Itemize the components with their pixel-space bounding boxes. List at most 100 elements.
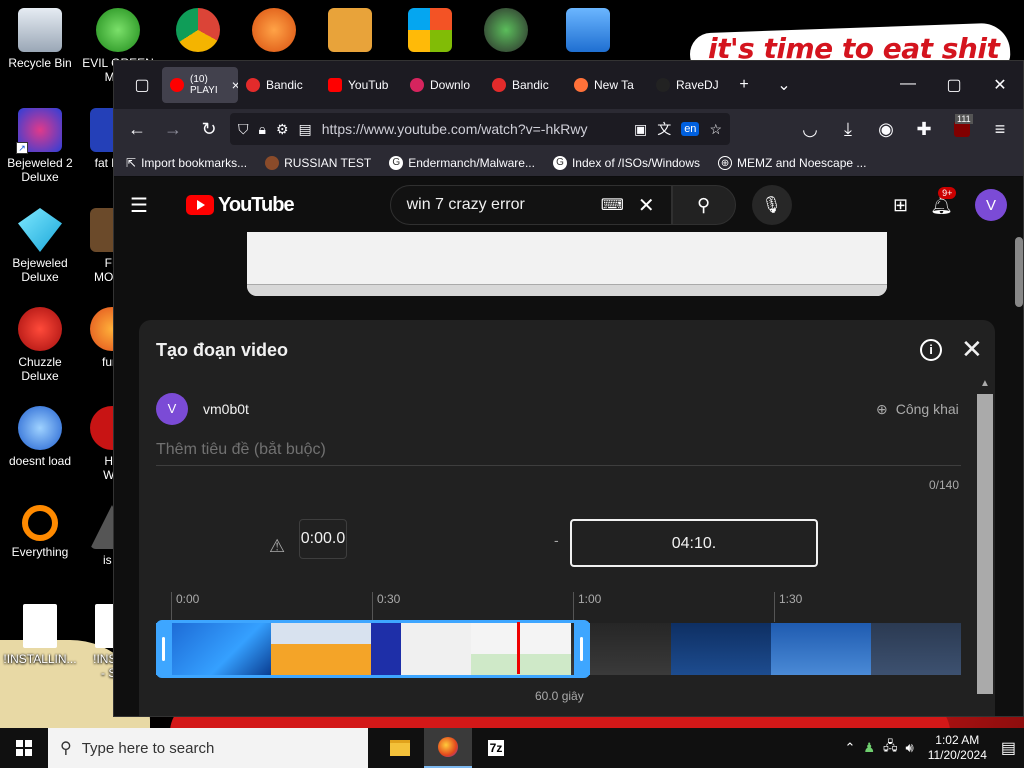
notification-center-icon[interactable]: ▤ — [1001, 738, 1016, 758]
video-preview-taskbar — [247, 284, 887, 296]
downloads-icon[interactable]: ⤓ — [833, 114, 863, 144]
bookmark-memz[interactable]: ⊕ MEMZ and Noescape ... — [718, 155, 866, 170]
google-favicon-icon: G — [389, 155, 404, 170]
minimize-icon[interactable]: — — [885, 75, 931, 95]
url-text[interactable]: https://www.youtube.com/watch?v=-hkRwy — [322, 121, 624, 137]
people-icon[interactable]: ♟ — [863, 740, 875, 756]
account-icon[interactable]: ◉ — [871, 114, 901, 144]
selection-end-handle[interactable] — [574, 623, 590, 675]
clear-search-icon[interactable]: ✕ — [638, 193, 655, 218]
account-avatar[interactable]: V — [975, 189, 1007, 221]
taskbar: ⚲ Type here to search 7z ⌃ ♟ 🖧︎ 🔊︎ 1:02 … — [0, 728, 1024, 768]
desktop-icon-bejeweled[interactable]: Bejeweled Deluxe — [2, 208, 78, 284]
tab-bandicam-2[interactable]: Bandic — [484, 67, 566, 103]
clock[interactable]: 1:02 AM 11/20/2024 — [922, 733, 993, 763]
start-time-field[interactable]: 0:00.0 — [299, 519, 347, 559]
tab-youtube-active[interactable]: (10) PLAYI × — [162, 67, 238, 103]
reader-icon[interactable]: ▤ — [299, 121, 312, 138]
youtube-logo[interactable]: YouTube — [186, 194, 295, 217]
youtube-search-input[interactable]: win 7 crazy error — [407, 196, 587, 214]
desktop-icon-cartoon[interactable] — [468, 8, 544, 56]
tab-manager-icon[interactable]: ▢ — [122, 67, 162, 103]
permissions-icon[interactable]: ⚙ — [276, 121, 289, 138]
desktop-icon-label: Bejeweled Deluxe — [12, 256, 68, 284]
desktop-icon-everything[interactable]: Everything — [2, 505, 78, 559]
voice-search-button[interactable]: 🎙︎ — [751, 185, 792, 225]
search-button[interactable]: ⚲ — [671, 185, 736, 225]
list-tabs-icon[interactable]: ⌄ — [764, 67, 804, 103]
end-time-field[interactable]: 04:10. — [570, 519, 818, 567]
desktop-icon-window-app[interactable] — [550, 8, 626, 56]
translate-language-badge[interactable]: en — [681, 122, 700, 136]
lock-icon[interactable]: 🔒︎ — [259, 121, 266, 138]
chrome-icon — [176, 8, 220, 52]
new-tab-icon[interactable]: + — [724, 67, 764, 103]
bookmark-star-icon[interactable]: ☆ — [709, 121, 722, 138]
search-icon: ⚲ — [60, 740, 72, 757]
video-player-preview[interactable] — [247, 232, 887, 296]
start-button[interactable] — [0, 728, 48, 768]
address-bar[interactable]: ⛉ 🔒︎ ⚙ ▤ https://www.youtube.com/watch?v… — [230, 113, 730, 145]
keyboard-icon[interactable]: ⌨ — [601, 195, 624, 215]
thunderbird-icon — [18, 406, 62, 450]
desktop-icon-windows-shield[interactable] — [392, 8, 468, 56]
taskbar-search-box[interactable]: ⚲ Type here to search — [48, 728, 368, 768]
bookmark-endermanch[interactable]: G Endermanch/Malware... — [389, 155, 535, 170]
desktop-icon-bejeweled2[interactable]: ↗ Bejeweled 2 Deluxe — [2, 108, 78, 184]
page-scrollbar[interactable] — [1015, 237, 1023, 307]
bookmark-import[interactable]: ⇱ Import bookmarks... — [126, 156, 247, 170]
mega-favicon-icon — [410, 78, 424, 92]
translate-icon[interactable]: 文 — [657, 119, 671, 139]
volume-icon[interactable]: 🔊︎ — [906, 740, 914, 756]
desktop-icon-chuzzle[interactable]: Chuzzle Deluxe — [2, 307, 78, 383]
selection-start-handle[interactable] — [156, 623, 172, 675]
desktop-icon-recycle-bin[interactable]: Recycle Bin — [2, 8, 78, 70]
tab-bandicam-1[interactable]: Bandic — [238, 67, 320, 103]
thumbnail-frame — [671, 623, 771, 675]
create-video-icon[interactable]: ⊞ — [893, 195, 908, 216]
close-dialog-icon[interactable]: ✕ — [961, 334, 983, 365]
bookmark-favicon-icon — [265, 155, 280, 170]
show-hidden-icons-icon[interactable]: ⌃ — [844, 740, 855, 756]
scroll-up-icon[interactable]: ▲ — [980, 378, 990, 389]
pogo-icon — [252, 8, 296, 52]
reload-icon[interactable]: ↻ — [194, 114, 224, 144]
firefox-taskbar-icon[interactable] — [424, 728, 472, 768]
menu-icon[interactable]: ≡ — [985, 114, 1015, 144]
desktop-icon-installing[interactable]: !INSTALLIN... — [2, 604, 78, 666]
desktop-icon-label: Bejeweled 2 Deluxe — [7, 156, 73, 184]
maximize-icon[interactable]: ▢ — [931, 75, 977, 95]
dialog-scrollbar[interactable] — [977, 394, 993, 694]
bookmark-isos[interactable]: G Index of /ISOs/Windows — [552, 155, 700, 170]
file-explorer-icon[interactable] — [376, 728, 424, 768]
desktop-icon-chrome[interactable] — [160, 8, 236, 56]
7zip-taskbar-icon[interactable]: 7z — [472, 728, 520, 768]
desktop-icon-thunderbird[interactable]: doesnt load — [2, 406, 78, 468]
shield-icon[interactable]: ⛉ — [238, 121, 249, 138]
forward-icon[interactable]: → — [158, 114, 188, 144]
tab-new-tab[interactable]: New Ta — [566, 67, 648, 103]
desktop-icon-folder[interactable] — [312, 8, 388, 56]
close-window-icon[interactable]: ✕ — [977, 75, 1023, 95]
tab-youtube[interactable]: YouTub — [320, 67, 402, 103]
bandicam-favicon-icon — [246, 78, 260, 92]
pip-icon[interactable]: ▣ — [634, 121, 647, 138]
info-icon[interactable]: i — [920, 339, 942, 361]
bookmark-russian-test[interactable]: RUSSIAN TEST — [265, 155, 371, 170]
desktop-icon-pogo[interactable] — [236, 8, 312, 56]
google-favicon-icon: G — [552, 155, 567, 170]
pocket-icon[interactable]: ◡ — [795, 114, 825, 144]
firefox-window: ▢ (10) PLAYI × Bandic YouTub Downlo Band… — [113, 60, 1024, 717]
tab-download[interactable]: Downlo — [402, 67, 484, 103]
network-icon[interactable]: 🖧︎ — [883, 737, 898, 759]
clip-selection-range[interactable] — [156, 620, 590, 678]
hamburger-menu-icon[interactable]: ☰ — [130, 193, 170, 218]
notifications-bell-icon[interactable]: 🔔︎ 9+ — [930, 186, 957, 216]
clip-title-input[interactable] — [156, 434, 961, 466]
playhead-marker[interactable] — [517, 622, 520, 674]
ublock-icon[interactable]: 111 — [947, 114, 977, 144]
back-icon[interactable]: ← — [122, 114, 152, 144]
tab-ravedj[interactable]: RaveDJ — [648, 67, 724, 103]
extensions-icon[interactable]: ✚ — [909, 114, 939, 144]
youtube-search-box[interactable]: win 7 crazy error ⌨ ✕ — [389, 185, 672, 225]
